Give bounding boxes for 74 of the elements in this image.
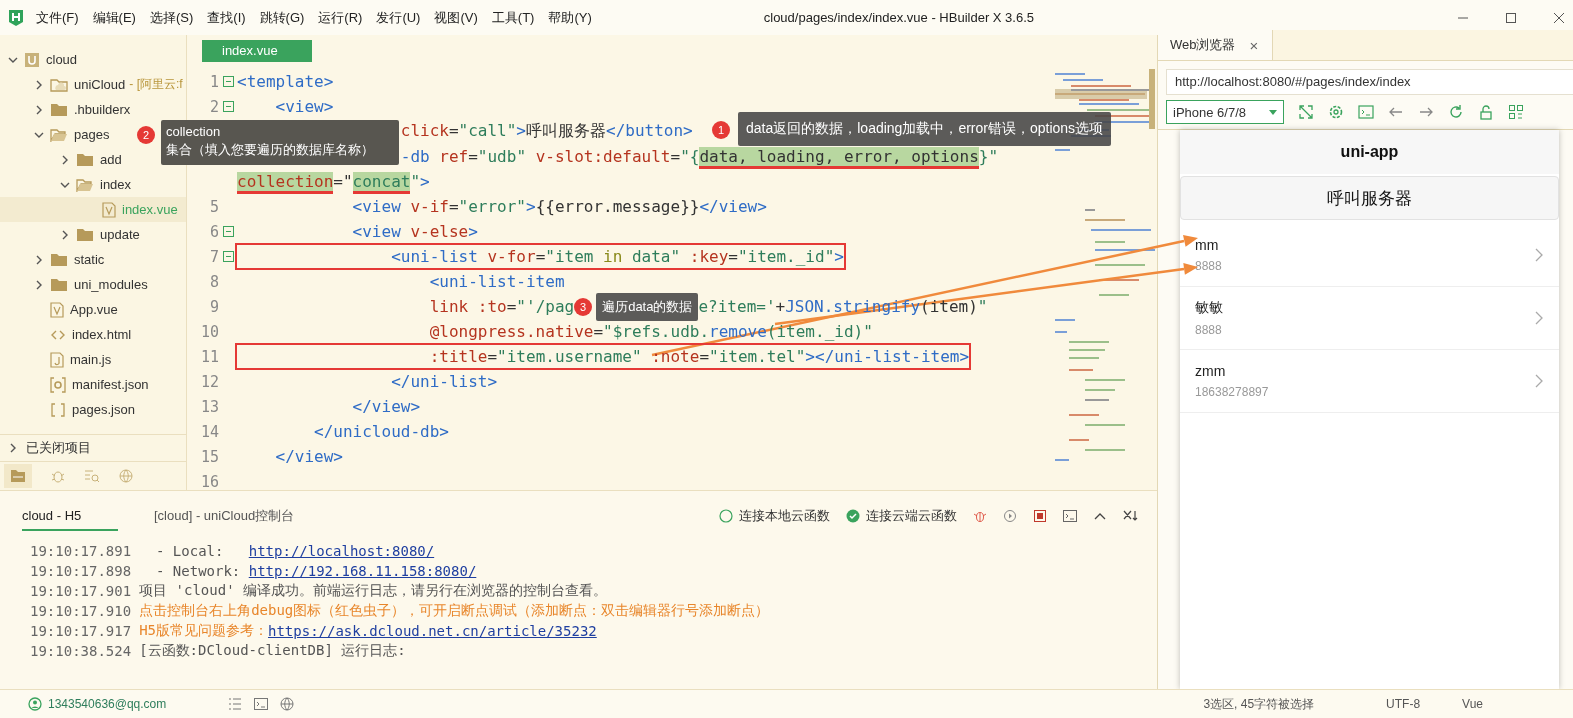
log-message: - Network:	[155, 563, 242, 579]
tree-label: cloud	[46, 52, 78, 67]
line-number: 13	[199, 397, 219, 416]
tree-label: uniCloud	[74, 77, 126, 92]
line-number: 7	[208, 247, 219, 266]
line-number: 11	[199, 347, 219, 366]
log-time: 19:10:17.910	[30, 603, 132, 619]
line-number: 15	[199, 447, 219, 466]
tree-label: pages	[74, 127, 110, 142]
line-number: 10	[199, 322, 219, 341]
tree-label: index.html	[72, 327, 132, 342]
code-line: <view v-else>	[351, 222, 478, 241]
code-line: link :to="'/pag	[428, 297, 575, 316]
item-note: 8888	[1195, 323, 1223, 337]
code-line: </uni-list>	[390, 372, 498, 391]
line-number: 12	[199, 372, 219, 391]
code-line: collection="concat">	[237, 172, 430, 191]
item-title: 敏敏	[1195, 299, 1223, 317]
log-message: H5版常见问题参考：	[139, 622, 268, 640]
page-title: uni-app	[1180, 130, 1559, 174]
tree-label: update	[100, 227, 140, 242]
item-note: 8888	[1195, 259, 1222, 273]
tree-label-suffix: - [阿里云:f	[129, 76, 183, 93]
line-number: 2	[208, 97, 219, 116]
tree-label: pages.json	[72, 402, 135, 417]
item-title: zmm	[1195, 363, 1227, 379]
tree-label: index	[100, 177, 132, 192]
line-number: 8	[208, 272, 219, 291]
line-number: 14	[199, 422, 219, 441]
code-line: <view v-if="error">{{error.message}}</view>	[351, 197, 767, 216]
tree-label: static	[74, 252, 105, 267]
log-time: 19:10:38.524	[30, 643, 132, 659]
log-time: 19:10:17.901	[30, 583, 132, 599]
tooltip-text: 集合（填入您要遍历的数据库名称）	[166, 141, 375, 159]
code-line: <uni-list v-for="item in data" :key="item._id">	[390, 247, 844, 266]
log-time: 19:10:17.891	[30, 543, 132, 559]
selection-info: 3选区, 45字符被选择	[1203, 695, 1315, 713]
number-badge: 3	[574, 297, 593, 316]
tooltip-text: collection	[166, 124, 222, 139]
browser-tab-label: Web浏览器	[1170, 36, 1236, 54]
tooltip: 遍历data的数据	[596, 292, 699, 321]
tree-label: manifest.json	[72, 377, 149, 392]
tree-label: add	[100, 152, 122, 167]
number-badge: 1	[712, 121, 730, 139]
line-number: 1	[208, 72, 219, 91]
window-title: cloud/pages/index/index.vue - HBuilder X 3.6.5	[763, 10, 1035, 25]
line-number: 16	[199, 472, 219, 491]
code-line: @longpress.native="$refs.udb.remove(item._id)"	[428, 322, 873, 341]
log-message: [云函数:DCloud-clientDB] 运行日志:	[139, 642, 406, 660]
line-number: 6	[208, 222, 219, 241]
tooltip-text: data返回的数据，loading加载中，error错误，options选项	[746, 120, 1104, 138]
log-message: 项目 'cloud' 编译成功。前端运行日志，请另行在浏览器的控制台查看。	[139, 582, 607, 600]
code-line: <uni-list-item	[428, 272, 565, 291]
code-line: :title="item.username" :note="item.tel"></uni-list-item>	[428, 347, 970, 366]
code-line: click="call">呼叫服务器</button>	[399, 121, 693, 142]
log-time: 19:10:17.917	[30, 623, 132, 639]
tree-label: main.js	[70, 352, 112, 367]
code-line: </unicloud-db>	[313, 422, 449, 441]
line-number: 5	[208, 197, 219, 216]
tree-label: uni_modules	[74, 277, 148, 292]
code-line: <template>	[237, 72, 334, 91]
closed-projects-label: 已关闭项目	[26, 439, 91, 457]
log-message: - Local:	[155, 543, 225, 559]
log-message: 点击控制台右上角debug图标（红色虫子），可开启断点调试（添加断点：双击编辑器行号添加断点）	[139, 602, 770, 620]
item-note: 18638278897	[1195, 385, 1269, 399]
code-line: </view>	[351, 397, 421, 416]
tree-label: App.vue	[70, 302, 118, 317]
code-line: </view>	[274, 447, 343, 466]
line-number: 9	[208, 297, 219, 316]
item-title: mm	[1195, 237, 1220, 253]
code-line: <view>	[274, 97, 334, 116]
tree-label: .hbuilderx	[74, 102, 131, 117]
log-time: 19:10:17.898	[30, 563, 132, 579]
tree-label: index.vue	[122, 202, 178, 217]
